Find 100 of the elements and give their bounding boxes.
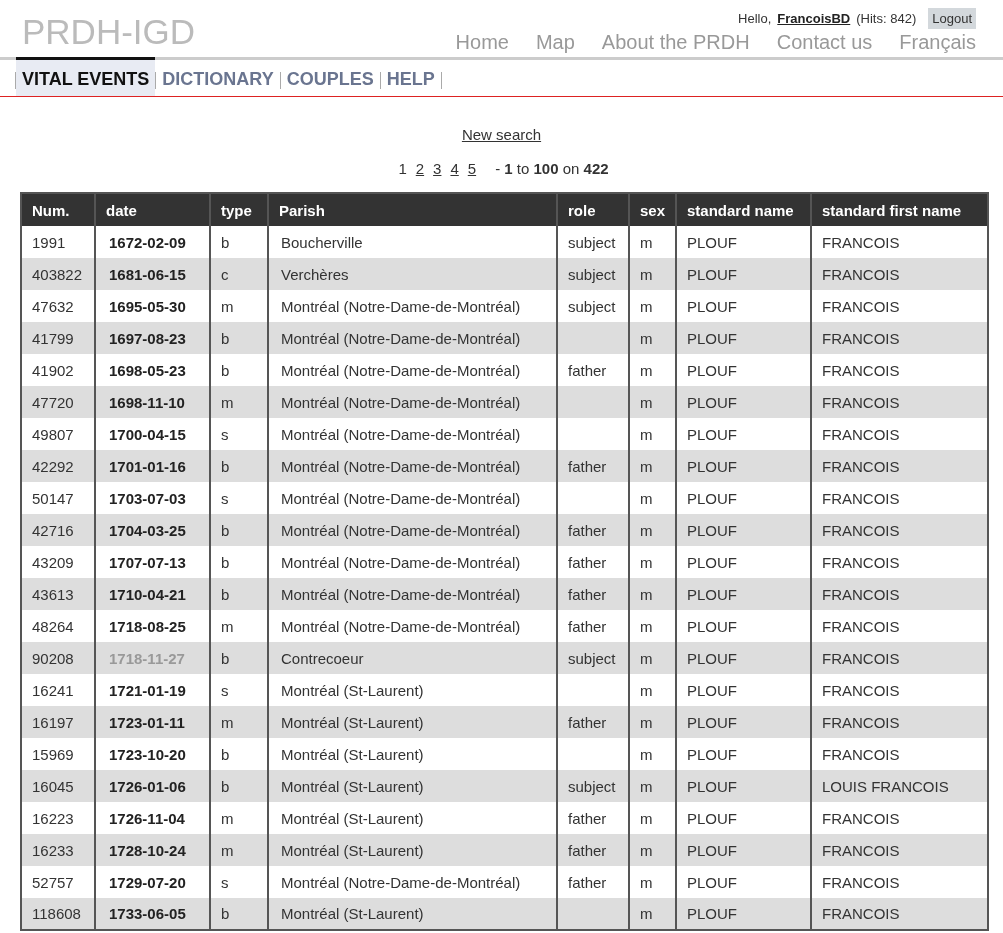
username-link[interactable]: FrancoisBD bbox=[777, 11, 851, 26]
table-cell: father bbox=[557, 706, 629, 738]
table-cell: Montréal (Notre-Dame-de-Montréal) bbox=[268, 322, 557, 354]
table-cell: PLOUF bbox=[676, 642, 811, 674]
table-cell: b bbox=[210, 770, 268, 802]
table-cell: m bbox=[629, 898, 676, 930]
table-cell: FRANCOIS bbox=[811, 258, 988, 290]
table-cell: 403822 bbox=[21, 258, 95, 290]
table-cell: 43613 bbox=[21, 578, 95, 610]
table-cell: Montréal (Notre-Dame-de-Montréal) bbox=[268, 450, 557, 482]
greeting-text: Hello, bbox=[738, 11, 772, 26]
site-title: PRDH-IGD bbox=[21, 11, 196, 52]
table-cell: FRANCOIS bbox=[811, 386, 988, 418]
table-cell: 1723-01-11 bbox=[95, 706, 210, 738]
table-cell: c bbox=[210, 258, 268, 290]
table-cell: b bbox=[210, 514, 268, 546]
table-cell: b bbox=[210, 450, 268, 482]
page-link[interactable]: 3 bbox=[433, 159, 442, 177]
table-cell: PLOUF bbox=[676, 578, 811, 610]
table-cell: FRANCOIS bbox=[811, 514, 988, 546]
table-cell: 42716 bbox=[21, 514, 95, 546]
table-cell: 16045 bbox=[21, 770, 95, 802]
table-cell: FRANCOIS bbox=[811, 322, 988, 354]
table-cell: 90208 bbox=[21, 642, 95, 674]
table-cell: 1728-10-24 bbox=[95, 834, 210, 866]
table-cell: m bbox=[629, 578, 676, 610]
table-cell: b bbox=[210, 642, 268, 674]
table-cell: PLOUF bbox=[676, 450, 811, 482]
result-range: - 1 to 100 on 422 bbox=[495, 159, 609, 177]
table-cell: FRANCOIS bbox=[811, 642, 988, 674]
tab[interactable]: HELP bbox=[380, 57, 441, 96]
table-cell: m bbox=[210, 706, 268, 738]
table-cell: 118608 bbox=[21, 898, 95, 930]
table-cell: 1704-03-25 bbox=[95, 514, 210, 546]
table-cell: father bbox=[557, 578, 629, 610]
table-cell: m bbox=[210, 386, 268, 418]
table-cell: FRANCOIS bbox=[811, 706, 988, 738]
table-cell: 16233 bbox=[21, 834, 95, 866]
table-cell: Montréal (St-Laurent) bbox=[268, 706, 557, 738]
table-cell: 1698-11-10 bbox=[95, 386, 210, 418]
table-cell: Montréal (St-Laurent) bbox=[268, 898, 557, 930]
table-cell: b bbox=[210, 322, 268, 354]
table-cell: FRANCOIS bbox=[811, 450, 988, 482]
table-cell: m bbox=[210, 834, 268, 866]
table-cell: FRANCOIS bbox=[811, 834, 988, 866]
table-cell: Montréal (St-Laurent) bbox=[268, 834, 557, 866]
table-cell: subject bbox=[557, 258, 629, 290]
table-cell: PLOUF bbox=[676, 514, 811, 546]
table-cell: 1701-01-16 bbox=[95, 450, 210, 482]
tab[interactable]: COUPLES bbox=[280, 57, 380, 96]
page-link[interactable]: 2 bbox=[415, 159, 425, 177]
table-cell: m bbox=[629, 706, 676, 738]
column-header: standard name bbox=[676, 193, 811, 226]
table-cell: FRANCOIS bbox=[811, 898, 988, 930]
tab[interactable]: DICTIONARY bbox=[156, 57, 280, 96]
page-link[interactable]: 1 bbox=[398, 159, 407, 177]
table-cell: 42292 bbox=[21, 450, 95, 482]
table-cell: m bbox=[629, 322, 676, 354]
table-cell: PLOUF bbox=[676, 898, 811, 930]
table-cell: 41799 bbox=[21, 322, 95, 354]
table-cell: 1710-04-21 bbox=[95, 578, 210, 610]
column-header: sex bbox=[629, 193, 676, 226]
table-cell: m bbox=[629, 450, 676, 482]
table-cell: PLOUF bbox=[676, 770, 811, 802]
logout-button[interactable]: Logout bbox=[928, 8, 976, 29]
table-cell: m bbox=[629, 834, 676, 866]
table-cell: m bbox=[629, 770, 676, 802]
table-cell: subject bbox=[557, 642, 629, 674]
tab[interactable]: VITAL EVENTS bbox=[16, 57, 156, 96]
new-search-link[interactable]: New search bbox=[461, 126, 542, 143]
table-cell: m bbox=[629, 642, 676, 674]
table-cell: 1718-11-27 bbox=[95, 642, 210, 674]
table-cell: Montréal (Notre-Dame-de-Montréal) bbox=[268, 578, 557, 610]
table-cell: 1681-06-15 bbox=[95, 258, 210, 290]
table-cell: PLOUF bbox=[676, 322, 811, 354]
table-cell: PLOUF bbox=[676, 834, 811, 866]
table-cell: Montréal (St-Laurent) bbox=[268, 770, 557, 802]
table-cell: m bbox=[629, 514, 676, 546]
table-cell: father bbox=[557, 514, 629, 546]
column-header: role bbox=[557, 193, 629, 226]
table-cell: 16197 bbox=[21, 706, 95, 738]
table-cell: Contrecoeur bbox=[268, 642, 557, 674]
page-link[interactable]: 4 bbox=[450, 159, 459, 177]
table-cell: subject bbox=[557, 770, 629, 802]
table-cell: father bbox=[557, 834, 629, 866]
table-cell: m bbox=[629, 386, 676, 418]
table-cell: 1726-01-06 bbox=[95, 770, 210, 802]
table-cell: m bbox=[629, 258, 676, 290]
table-cell: 1733-06-05 bbox=[95, 898, 210, 930]
table-cell: Verchères bbox=[268, 258, 557, 290]
table-cell: PLOUF bbox=[676, 258, 811, 290]
table-cell: PLOUF bbox=[676, 386, 811, 418]
table-cell: PLOUF bbox=[676, 706, 811, 738]
table-cell: father bbox=[557, 450, 629, 482]
hits-count: (Hits: 842) bbox=[856, 11, 917, 26]
table-cell: b bbox=[210, 898, 268, 930]
page-link[interactable]: 5 bbox=[467, 159, 477, 177]
column-header: standard first name bbox=[811, 193, 988, 226]
column-header: Parish bbox=[268, 193, 557, 226]
table-cell: Montréal (Notre-Dame-de-Montréal) bbox=[268, 514, 557, 546]
